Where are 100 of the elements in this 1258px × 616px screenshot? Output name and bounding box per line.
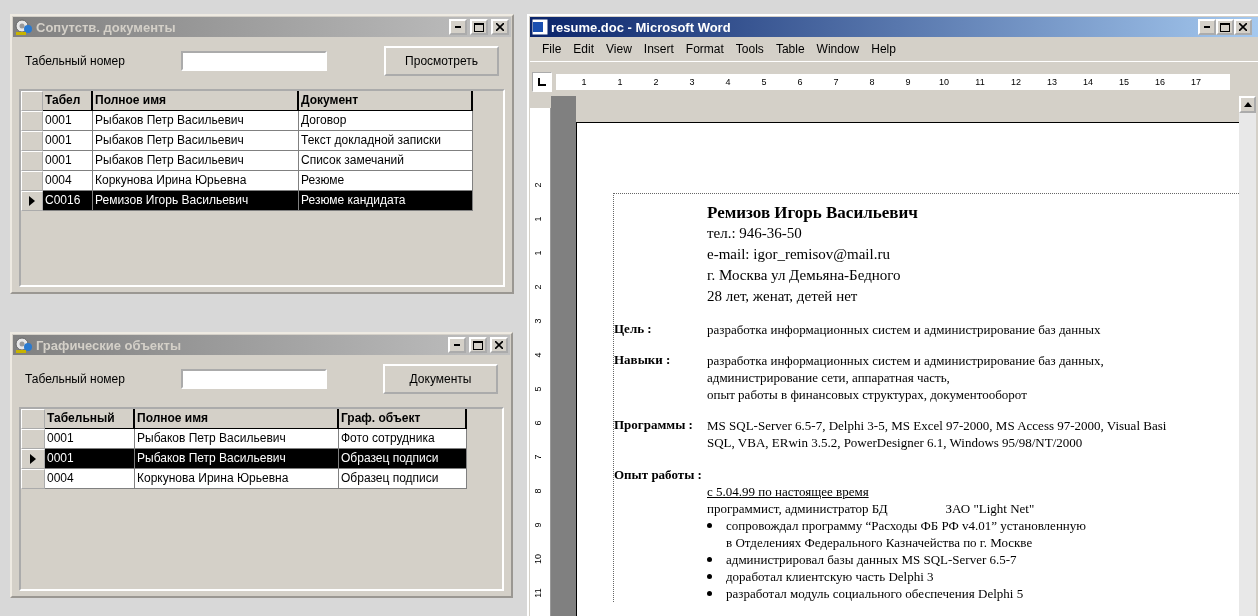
menu-item[interactable]: Table: [769, 42, 811, 56]
maximize-icon: [1220, 22, 1230, 32]
menu-item[interactable]: Insert: [637, 42, 680, 56]
ruler-number: 4: [724, 77, 732, 87]
close-button[interactable]: [490, 337, 508, 353]
menu-item[interactable]: Tools: [729, 42, 770, 56]
menu-item[interactable]: Help: [865, 42, 902, 56]
document-text: опыт работы в финансовых структурах, документооборот: [707, 386, 1028, 403]
field-label: Табельный номер: [25, 372, 125, 386]
current-row-icon: [30, 454, 36, 464]
ruler-number: 17: [1190, 77, 1202, 87]
gear-globe-icon: [15, 337, 33, 353]
ruler-number: 15: [1118, 77, 1130, 87]
field-label: Табельный номер: [25, 54, 125, 68]
ruler-number: 1: [616, 77, 624, 87]
action-button[interactable]: Просмотреть: [384, 46, 499, 76]
maximize-button[interactable]: [469, 337, 487, 353]
ruler-number: 8: [868, 77, 876, 87]
tab-stop-button[interactable]: [532, 72, 552, 92]
ruler-number: 11: [533, 588, 544, 598]
menu-item[interactable]: Edit: [567, 42, 601, 56]
table-cell: Ремизов Игорь Васильевич: [93, 191, 299, 211]
ruler-number: 7: [533, 453, 544, 462]
document-text: разработка информационных систем и администрирование баз данных: [707, 321, 1101, 338]
row-indicator[interactable]: [21, 449, 45, 469]
close-icon: [495, 341, 503, 349]
menu-item[interactable]: Format: [679, 42, 730, 56]
scrollbar[interactable]: [1239, 96, 1256, 616]
menu-item[interactable]: View: [600, 42, 638, 56]
contact-line: 28 лет, женат, детей нет: [707, 287, 859, 306]
action-button[interactable]: Документы: [383, 364, 498, 394]
minimize-button[interactable]: [448, 337, 466, 353]
ruler-number: 1: [533, 215, 544, 224]
close-icon: [496, 23, 504, 31]
close-button[interactable]: [1234, 19, 1252, 35]
column-header[interactable]: Документ: [299, 91, 473, 111]
table-cell: 0001: [45, 429, 135, 449]
table-cell: 0001: [43, 131, 93, 151]
maximize-button[interactable]: [1216, 19, 1234, 35]
table-cell: 0004: [45, 469, 135, 489]
ruler-number: 5: [760, 77, 768, 87]
ruler-number: 4: [533, 351, 544, 360]
column-header[interactable]: Полное имя: [135, 409, 339, 429]
maximize-icon: [474, 22, 484, 32]
ruler-number: 10: [533, 554, 544, 564]
ruler-number: 9: [904, 77, 912, 87]
column-header[interactable]: Табельный: [45, 409, 135, 429]
ruler-number: 14: [1082, 77, 1094, 87]
ruler-number: 9: [533, 521, 544, 530]
table-cell: Договор: [299, 111, 473, 131]
table-cell: Коркунова Ирина Юрьевна: [135, 469, 339, 489]
section-label: Цель :: [614, 321, 653, 338]
ruler-number: 10: [938, 77, 950, 87]
table-cell: Резюме: [299, 171, 473, 191]
table-cell: Фото сотрудника: [339, 429, 467, 449]
minimize-button[interactable]: [1198, 19, 1216, 35]
contact-line: e-mail: igor_remisov@mail.ru: [707, 245, 891, 264]
menu-item[interactable]: Window: [810, 42, 866, 56]
bullet-icon: [707, 574, 712, 579]
input-field[interactable]: [180, 369, 327, 389]
document-text: MS SQL-Server 6.5-7, Delphi 3-5, MS Excel 97-2000, MS Access 97-2000, Visual Basi: [707, 417, 1167, 434]
minimize-button[interactable]: [449, 19, 467, 35]
table-cell: Текст докладной записки: [299, 131, 473, 151]
ruler-number: 2: [533, 181, 544, 190]
close-icon: [1239, 23, 1247, 31]
column-header[interactable]: Табел: [43, 91, 93, 111]
up-arrow-icon: [1243, 102, 1252, 107]
bullet-text: администрировал базы данных MS SQL-Server 6.5-7: [726, 551, 1017, 568]
column-header[interactable]: Полное имя: [93, 91, 299, 111]
section-label: Программы :: [614, 417, 694, 434]
table-cell: Рыбаков Петр Васильевич: [135, 429, 339, 449]
table-cell: Рыбаков Петр Васильевич: [135, 449, 339, 469]
input-field[interactable]: [180, 51, 327, 71]
ruler-number: 12: [1010, 77, 1022, 87]
maximize-icon: [473, 340, 483, 350]
minimize-icon: [1204, 26, 1210, 28]
table-cell: Образец подписи: [339, 469, 467, 489]
menu-item[interactable]: File: [536, 42, 568, 56]
document-text: SQL, VBA, ERwin 3.5.2, PowerDesigner 6.1, Windows 95/98/NT/2000: [707, 434, 1084, 451]
bullet-icon: [707, 557, 712, 562]
table-cell: 0001: [43, 151, 93, 171]
row-indicator[interactable]: [21, 191, 43, 211]
ruler-number: 16: [1154, 77, 1166, 87]
document-text: с 5.04.99 по настоящее время: [707, 483, 870, 500]
document-text: администрирование сети, аппаратная часть,: [707, 369, 951, 386]
section-label: Навыки :: [614, 352, 672, 369]
maximize-button[interactable]: [470, 19, 488, 35]
scroll-up-button[interactable]: [1239, 96, 1256, 113]
close-button[interactable]: [491, 19, 509, 35]
bullet-text: разработал модуль социального обеспечения Delphi 5: [726, 585, 1024, 602]
ruler-number: 3: [533, 317, 544, 326]
ruler-number: 3: [688, 77, 696, 87]
table-cell: Образец подписи: [339, 449, 467, 469]
column-header[interactable]: Граф. объект: [339, 409, 467, 429]
table-cell: 0001: [43, 111, 93, 131]
window-title: Графические объекты: [36, 337, 183, 353]
minimize-icon: [455, 26, 461, 28]
contact-line: тел.: 946-36-50: [707, 224, 803, 243]
ruler-number: 5: [533, 385, 544, 394]
table-cell: C0016: [43, 191, 93, 211]
